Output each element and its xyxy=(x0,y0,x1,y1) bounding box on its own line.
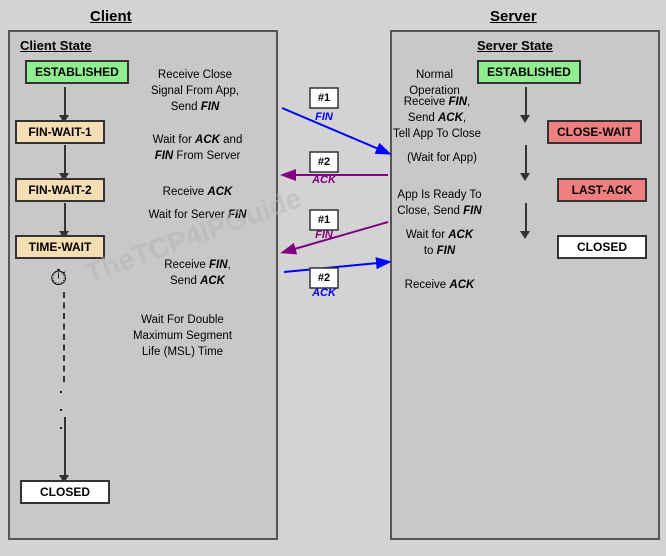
client-time-wait-box: TIME-WAIT xyxy=(15,235,105,259)
svg-text:#2: #2 xyxy=(318,156,330,168)
server-state-title: Server State xyxy=(477,38,553,53)
client-desc-6: Wait For DoubleMaximum SegmentLife (MSL)… xyxy=(100,312,265,360)
dashed-line xyxy=(63,292,65,382)
server-panel: Server State ESTABLISHED Normal Operatio… xyxy=(390,30,660,540)
title-client: Client xyxy=(90,8,132,25)
client-closed-box: CLOSED xyxy=(20,480,110,504)
arrow-down-2 xyxy=(64,145,66,175)
server-arrowhead-2 xyxy=(520,173,530,181)
server-desc-3: (Wait for App) xyxy=(397,150,487,166)
svg-text:#2: #2 xyxy=(318,272,330,284)
server-closed-box: CLOSED xyxy=(557,235,647,259)
client-desc-1: Receive CloseSignal From App,Send FIN xyxy=(125,67,265,115)
svg-text:#1: #1 xyxy=(318,214,330,226)
arrow-down-1 xyxy=(64,87,66,117)
client-desc-5: Receive FIN,Send ACK xyxy=(125,257,270,289)
client-established-box: ESTABLISHED xyxy=(25,60,129,84)
arrow-down-3 xyxy=(64,203,66,233)
server-desc-2: Receive FIN,Send ACK,Tell App To Close xyxy=(392,94,482,142)
main-container: Client Server Client State ESTABLISHED R… xyxy=(0,0,666,556)
client-desc-4: Wait for Server FIN xyxy=(125,207,270,223)
server-desc-6: Receive ACK xyxy=(392,277,487,293)
server-desc-4: App Is Ready ToClose, Send FIN xyxy=(392,187,487,219)
server-arrow-down-3 xyxy=(525,203,527,233)
client-desc-2: Wait for ACK andFIN From Server xyxy=(125,132,270,164)
server-desc-5: Wait for ACKto FIN xyxy=(392,227,487,259)
client-desc-3: Receive ACK xyxy=(125,184,270,200)
clock-icon: ⏱ xyxy=(50,265,67,291)
server-last-ack-box: LAST-ACK xyxy=(557,178,647,202)
client-panel: Client State ESTABLISHED Receive CloseSi… xyxy=(8,30,278,540)
svg-text:FIN: FIN xyxy=(315,111,334,123)
svg-text:#1: #1 xyxy=(318,92,330,104)
client-fin-wait-2-box: FIN-WAIT-2 xyxy=(15,178,105,202)
svg-text:ACK: ACK xyxy=(311,174,337,186)
arrow-down-4 xyxy=(64,417,66,477)
server-arrowhead-1 xyxy=(520,115,530,123)
server-arrowhead-3 xyxy=(520,231,530,239)
server-arrow-down-2 xyxy=(525,145,527,175)
server-close-wait-box: CLOSE-WAIT xyxy=(547,120,642,144)
client-fin-wait-1-box: FIN-WAIT-1 xyxy=(15,120,105,144)
client-state-title: Client State xyxy=(20,38,92,53)
svg-text:FIN: FIN xyxy=(315,229,334,241)
server-arrow-down-1 xyxy=(525,87,527,117)
server-established-box: ESTABLISHED xyxy=(477,60,581,84)
svg-text:ACK: ACK xyxy=(311,287,337,299)
title-server: Server xyxy=(490,8,537,25)
